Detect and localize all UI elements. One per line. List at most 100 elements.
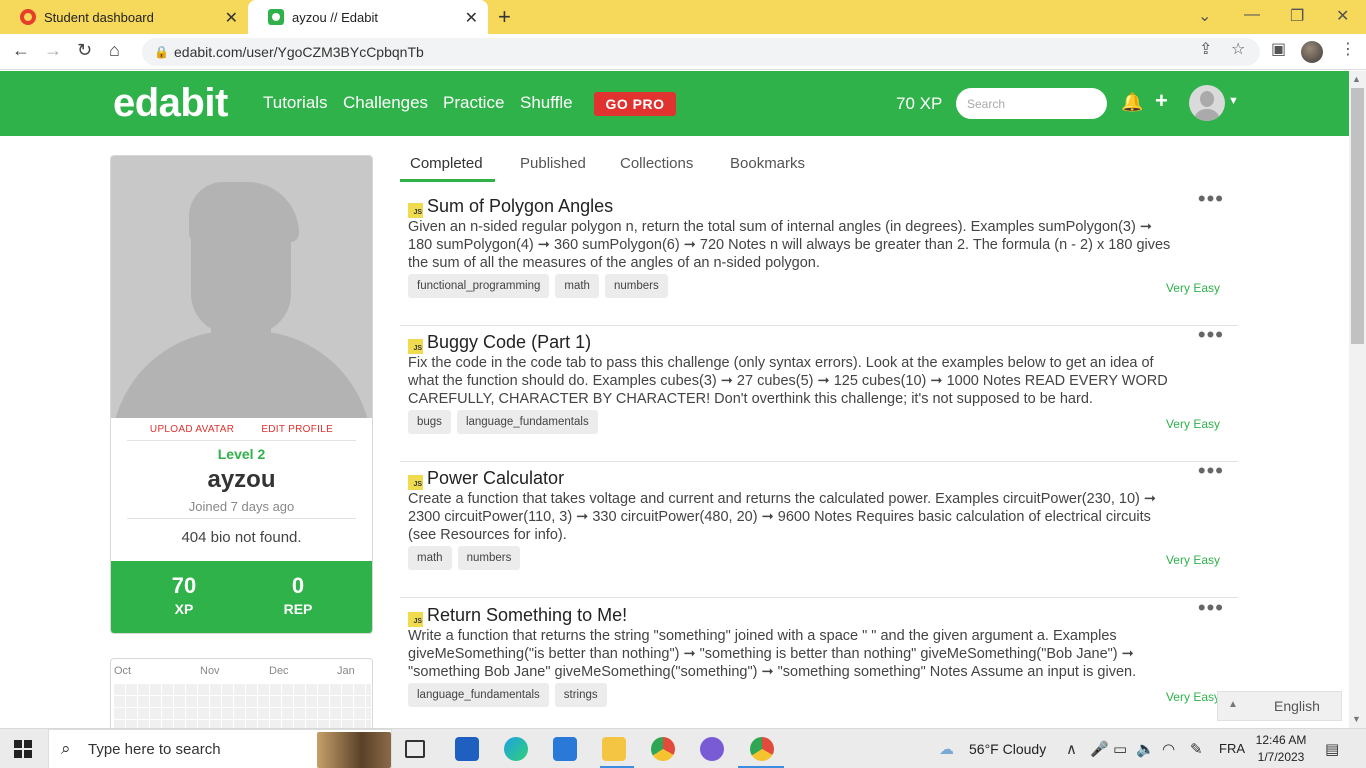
chrome-icon[interactable]	[651, 737, 675, 761]
bookmark-star-icon[interactable]: ☆	[1231, 39, 1245, 59]
reload-icon[interactable]: ↻	[77, 40, 92, 61]
language-selector[interactable]: ▲ English	[1217, 691, 1342, 721]
tab-collections[interactable]: Collections	[620, 155, 693, 172]
weather-text[interactable]: 56°F Cloudy	[969, 741, 1046, 757]
go-pro-button[interactable]: GO PRO	[594, 92, 676, 116]
forward-icon[interactable]: →	[44, 40, 62, 61]
home-icon[interactable]: ⌂	[109, 40, 120, 61]
nav-shuffle[interactable]: Shuffle	[520, 93, 573, 113]
tag-list: bugs language_fundamentals	[408, 410, 598, 434]
challenge-description: Write a function that returns the string…	[408, 628, 1137, 680]
challenge-title[interactable]: Buggy Code (Part 1)	[427, 332, 591, 353]
more-options-icon[interactable]: •••	[1198, 186, 1224, 212]
xp-label: XP	[174, 601, 194, 617]
challenge-item[interactable]: JS Sum of Polygon Angles Given an n-side…	[400, 186, 1238, 326]
upload-avatar-link[interactable]: UPLOAD AVATAR	[150, 424, 234, 435]
pen-icon[interactable]: ✎	[1190, 740, 1203, 758]
scroll-down-icon[interactable]: ▼	[1352, 714, 1361, 724]
header-xp: 70 XP	[896, 94, 943, 113]
tag[interactable]: math	[408, 546, 452, 570]
month-label: Nov	[200, 665, 220, 677]
minimize-icon[interactable]: —	[1244, 6, 1260, 24]
tab-published[interactable]: Published	[520, 155, 586, 172]
nav-challenges[interactable]: Challenges	[343, 93, 428, 113]
tag[interactable]: functional_programming	[408, 274, 550, 298]
url-field[interactable]: 🔒 edabit.com/user/YgoCZM3BYcCpbqnTb	[142, 38, 1260, 66]
more-options-icon[interactable]: •••	[1198, 595, 1224, 621]
browser-tab-student-dashboard[interactable]: Student dashboard ✕	[0, 0, 248, 34]
opera-favicon-icon	[20, 9, 36, 25]
profile-links: UPLOAD AVATAR EDIT PROFILE	[111, 424, 372, 435]
challenge-title[interactable]: Sum of Polygon Angles	[427, 196, 613, 217]
challenge-description: Fix the code in the code tab to pass thi…	[408, 355, 1168, 407]
side-panel-icon[interactable]: ▣	[1271, 39, 1286, 59]
clock[interactable]: 12:46 AM 1/7/2023	[1253, 732, 1309, 766]
chrome-active-icon[interactable]	[750, 737, 774, 761]
search-input[interactable]	[956, 88, 1107, 119]
more-options-icon[interactable]: •••	[1198, 458, 1224, 484]
close-tab-icon[interactable]: ✕	[225, 8, 238, 28]
tag[interactable]: language_fundamentals	[456, 410, 598, 434]
menu-kebab-icon[interactable]: ⋮	[1340, 39, 1356, 59]
bio-text: 404 bio not found.	[181, 529, 302, 546]
user-avatar[interactable]	[1189, 85, 1225, 121]
share-icon[interactable]: ⇪	[1199, 39, 1212, 59]
challenge-title[interactable]: Return Something to Me!	[427, 605, 627, 626]
back-icon[interactable]: ←	[12, 40, 30, 61]
tag[interactable]: numbers	[604, 274, 668, 298]
tag[interactable]: bugs	[408, 410, 451, 434]
challenge-title[interactable]: Power Calculator	[427, 468, 564, 489]
scroll-up-icon[interactable]: ▲	[1352, 74, 1361, 84]
difficulty-label: Very Easy	[1165, 690, 1220, 704]
scrollbar-thumb[interactable]	[1351, 88, 1364, 344]
edabit-logo[interactable]: edabit	[113, 81, 228, 126]
nav-practice[interactable]: Practice	[443, 93, 504, 113]
js-badge-icon: JS	[408, 203, 423, 218]
tab-bookmarks[interactable]: Bookmarks	[730, 155, 805, 172]
edge-icon[interactable]	[504, 737, 528, 761]
tag[interactable]: math	[555, 274, 599, 298]
challenge-item[interactable]: JS Power Calculator Create a function th…	[400, 458, 1238, 598]
month-label: Dec	[269, 665, 289, 677]
js-badge-icon: JS	[408, 475, 423, 490]
bell-icon[interactable]: 🔔	[1121, 92, 1143, 113]
input-language[interactable]: FRA	[1219, 741, 1245, 756]
windows-start-icon[interactable]	[14, 740, 32, 758]
microphone-icon[interactable]: 🎤	[1090, 740, 1109, 758]
close-tab-icon[interactable]: ✕	[465, 8, 478, 28]
nav-tutorials[interactable]: Tutorials	[263, 93, 328, 113]
task-view-icon[interactable]	[405, 740, 425, 758]
tag[interactable]: numbers	[457, 546, 521, 570]
more-options-icon[interactable]: •••	[1198, 322, 1224, 348]
add-icon[interactable]: +	[1155, 88, 1168, 114]
cloud-weather-icon[interactable]: ☁	[939, 740, 954, 758]
wifi-icon[interactable]: ◠	[1162, 740, 1175, 758]
tag[interactable]: language_fundamentals	[408, 683, 549, 707]
rep-stat: 0 REP	[248, 573, 348, 617]
microsoft-store-icon[interactable]	[455, 737, 479, 761]
challenge-item[interactable]: JS Return Something to Me! Write a funct…	[400, 595, 1238, 735]
chevron-up-icon[interactable]: ∧	[1066, 740, 1077, 758]
volume-icon[interactable]: 🔈	[1136, 740, 1155, 758]
new-tab-icon[interactable]: +	[498, 4, 511, 30]
file-explorer-icon[interactable]	[602, 737, 626, 761]
challenge-item[interactable]: JS Buggy Code (Part 1) Fix the code in t…	[400, 322, 1238, 462]
battery-icon[interactable]: ▭	[1113, 740, 1127, 758]
browser-profile-avatar[interactable]	[1301, 41, 1323, 63]
tag[interactable]: strings	[554, 683, 607, 707]
edit-profile-link[interactable]: EDIT PROFILE	[261, 424, 333, 435]
chevron-down-icon[interactable]: ▼	[1228, 95, 1239, 107]
close-window-icon[interactable]: ✕	[1336, 6, 1349, 26]
discord-icon[interactable]	[700, 737, 724, 761]
tab-search-chevron-icon[interactable]: ⌄	[1198, 6, 1211, 26]
taskbar-search[interactable]: ⌕ Type here to search	[48, 729, 392, 768]
tag-list: functional_programming math numbers	[408, 274, 668, 298]
user-level: Level 2	[217, 446, 266, 462]
browser-tab-edabit[interactable]: ayzou // Edabit ✕	[248, 0, 488, 34]
mail-icon[interactable]	[553, 737, 577, 761]
tab-completed[interactable]: Completed	[410, 155, 483, 172]
notifications-icon[interactable]: ▤	[1325, 740, 1339, 758]
restore-icon[interactable]: ❐	[1290, 6, 1304, 26]
clock-time: 12:46 AM	[1255, 733, 1307, 747]
edabit-favicon-icon	[268, 9, 284, 25]
